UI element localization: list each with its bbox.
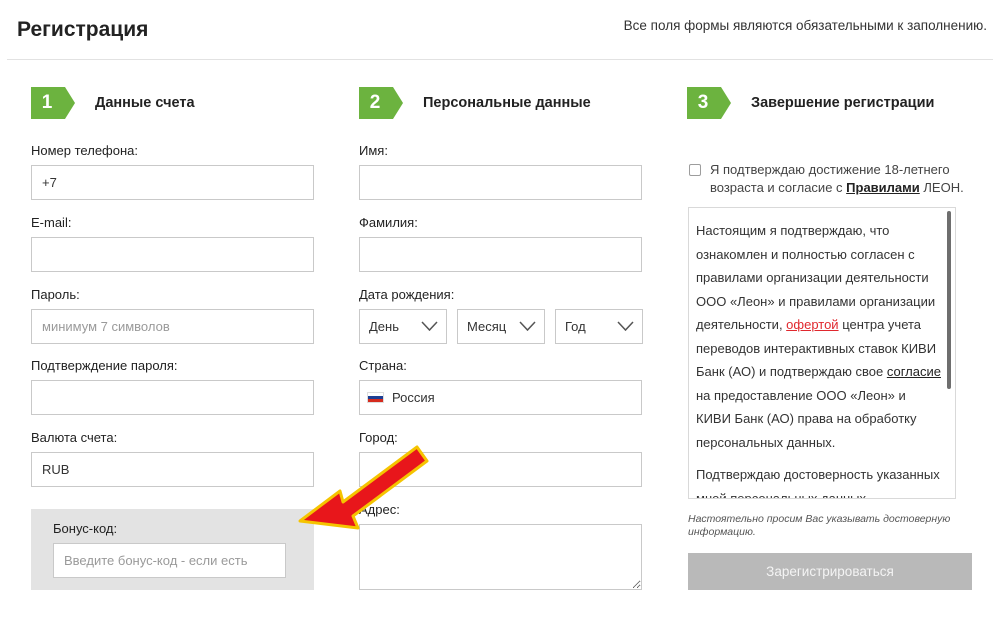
step-1: 1 Данные счета (31, 87, 195, 119)
step-1-label: Данные счета (95, 95, 195, 111)
birth-year-select[interactable]: Год (555, 309, 643, 344)
step-2: 2 Персональные данные (359, 87, 591, 119)
header-divider (7, 59, 993, 60)
terms-text-3: на предоставление ООО «Леон» и КИВИ Банк… (696, 387, 917, 450)
step-2-badge: 2 (359, 87, 403, 119)
russia-flag-icon (367, 392, 384, 403)
birth-date-label: Дата рождения: (359, 287, 455, 302)
country-value: Россия (392, 390, 435, 405)
phone-label: Номер телефона: (31, 143, 138, 158)
step-2-label: Персональные данные (423, 95, 591, 111)
birth-year-value: Год (565, 319, 586, 334)
password-confirm-label: Подтверждение пароля: (31, 358, 178, 373)
page-title: Регистрация (17, 18, 149, 41)
first-name-label: Имя: (359, 143, 388, 158)
age-confirm-suffix: ЛЕОН. (919, 180, 964, 195)
accuracy-notice: Настоятельно просим Вас указывать достов… (688, 513, 951, 538)
email-input[interactable] (31, 237, 314, 272)
chevron-down-icon (519, 321, 536, 332)
last-name-label: Фамилия: (359, 215, 418, 230)
currency-input[interactable] (31, 452, 314, 487)
terms-paragraph-2: Подтверждаю достоверность указанных мной… (696, 467, 940, 499)
country-select[interactable]: Россия (359, 380, 642, 415)
currency-label: Валюта счета: (31, 430, 118, 445)
terms-scrollbar[interactable] (947, 211, 951, 389)
age-confirm-checkbox[interactable] (689, 164, 701, 176)
step-3: 3 Завершение регистрации (687, 87, 934, 119)
password-label: Пароль: (31, 287, 80, 302)
required-fields-note: Все поля формы являются обязательными к … (623, 18, 987, 33)
pointer-arrow-icon (298, 445, 429, 530)
email-label: E-mail: (31, 215, 72, 230)
last-name-input[interactable] (359, 237, 642, 272)
step-3-label: Завершение регистрации (751, 95, 935, 111)
chevron-down-icon (421, 321, 438, 332)
offer-link[interactable]: офертой (786, 317, 838, 332)
terms-text-1: Настоящим я подтверждаю, что ознакомлен … (696, 223, 936, 332)
terms-scroll-box[interactable]: Настоящим я подтверждаю, что ознакомлен … (688, 207, 956, 499)
birth-day-value: День (369, 319, 399, 334)
rules-link[interactable]: Правилами (846, 180, 920, 195)
chevron-down-icon (617, 321, 634, 332)
password-input[interactable] (31, 309, 314, 344)
birth-month-value: Месяц (467, 319, 507, 334)
step-3-badge: 3 (687, 87, 731, 119)
birth-month-select[interactable]: Месяц (457, 309, 545, 344)
password-confirm-input[interactable] (31, 380, 314, 415)
terms-paragraph-1: Настоящим я подтверждаю, что ознакомлен … (696, 219, 941, 454)
consent-link[interactable]: согласие (887, 364, 941, 379)
country-label: Страна: (359, 358, 407, 373)
bonus-code-label: Бонус-код: (53, 521, 118, 536)
register-button[interactable]: Зарегистрироваться (688, 553, 972, 590)
bonus-code-input[interactable] (53, 543, 286, 578)
phone-input[interactable] (31, 165, 314, 200)
step-1-badge: 1 (31, 87, 75, 119)
birth-day-select[interactable]: День (359, 309, 447, 344)
age-confirm-label: Я подтверждаю достижение 18-летнего возр… (710, 161, 975, 197)
first-name-input[interactable] (359, 165, 642, 200)
